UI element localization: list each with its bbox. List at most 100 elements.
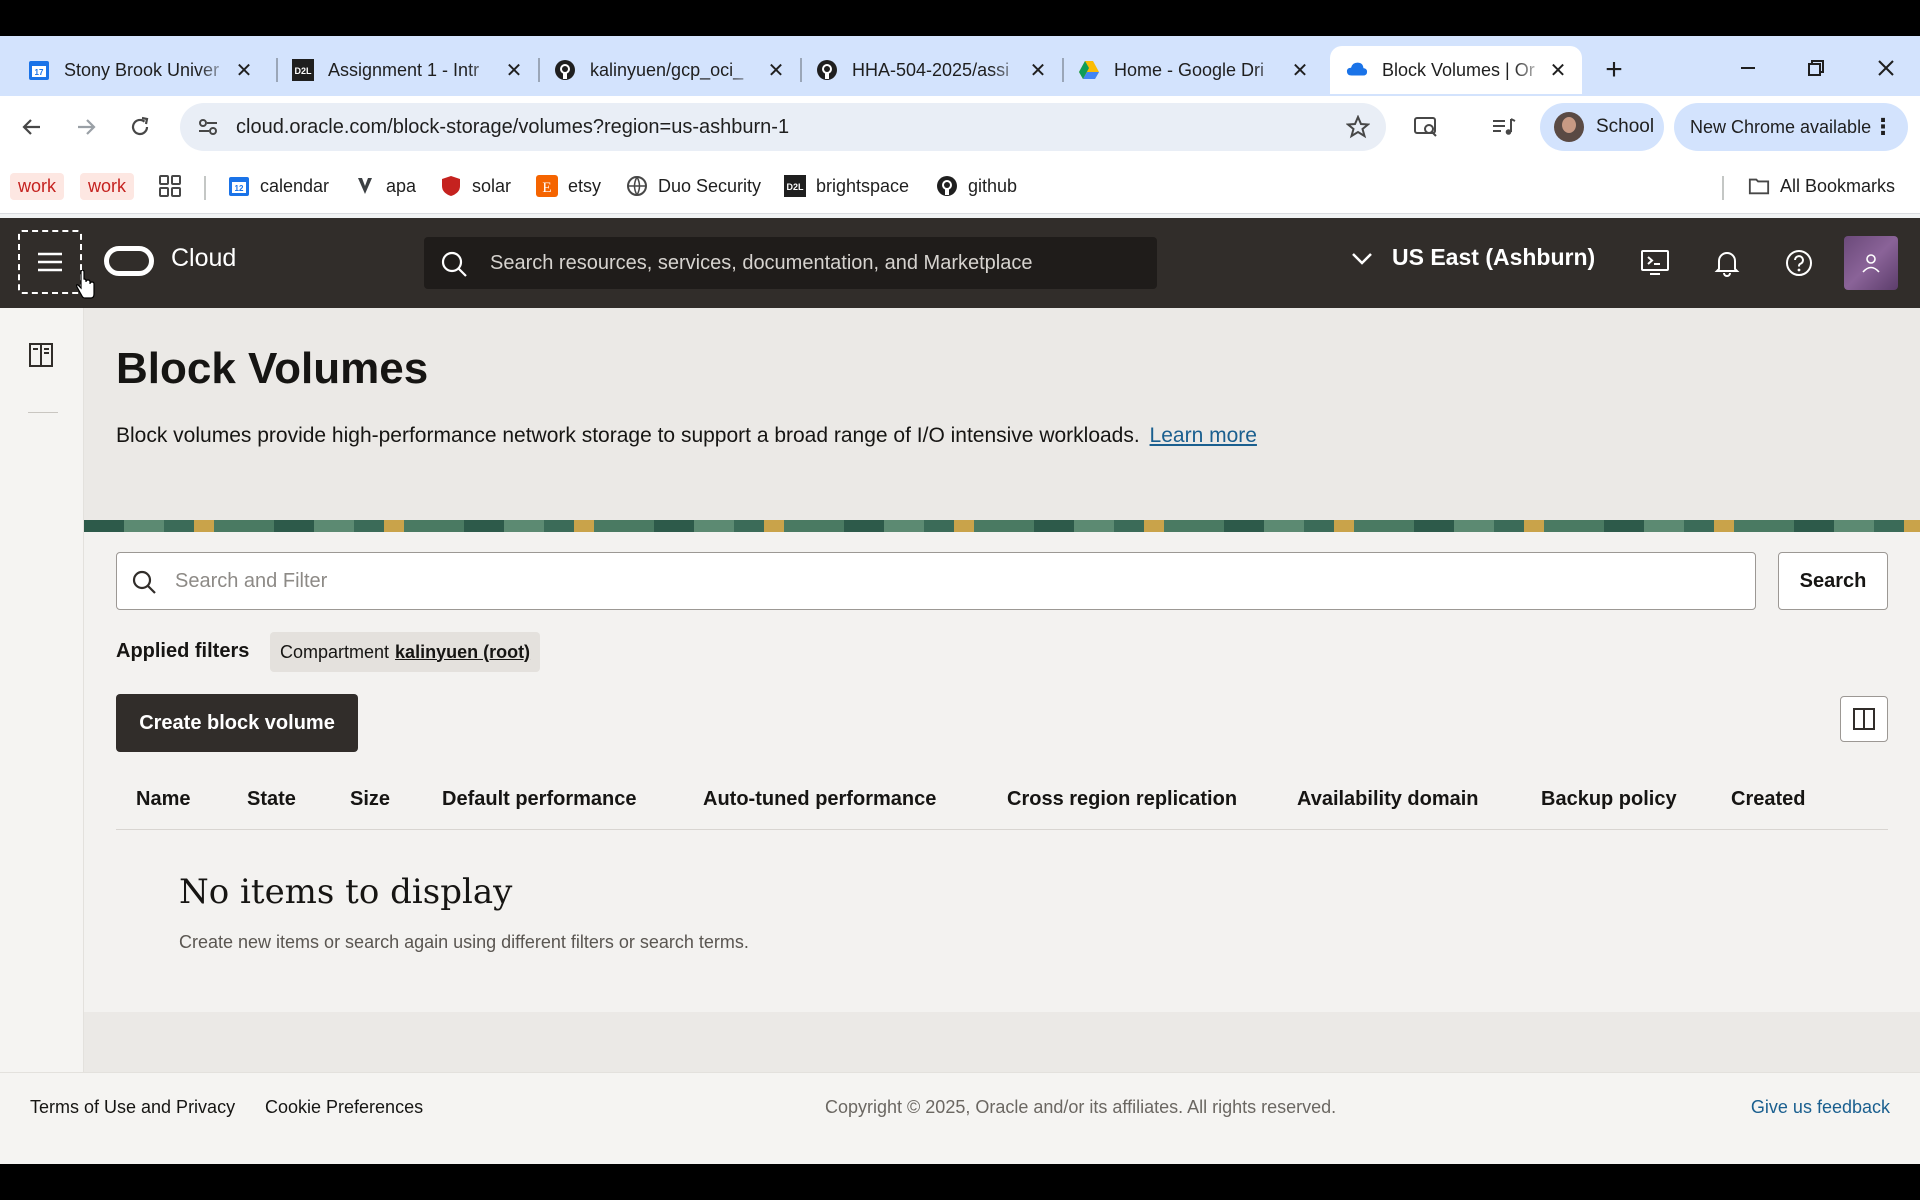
column-name[interactable]: Name	[136, 788, 190, 811]
bookmark-label: work	[10, 172, 65, 200]
user-avatar[interactable]	[1844, 236, 1898, 290]
search-icon	[441, 251, 467, 277]
learn-more-link[interactable]: Learn more	[1150, 424, 1257, 447]
left-rail	[0, 308, 84, 1072]
github-favicon-icon	[816, 59, 838, 81]
tab-github-hha[interactable]: HHA-504-2025/assi ✕	[800, 46, 1062, 94]
bookmark-star-icon[interactable]	[1342, 111, 1374, 143]
navigation-menu-button[interactable]	[18, 230, 82, 294]
column-default-performance[interactable]: Default performance	[442, 788, 637, 811]
create-block-volume-button[interactable]: Create block volume	[116, 694, 358, 752]
column-size[interactable]: Size	[350, 788, 390, 811]
restore-icon	[1808, 60, 1824, 76]
filter-key: Compartment	[280, 641, 390, 662]
tab-stony-brook[interactable]: 17 Stony Brook Univer ✕	[12, 46, 268, 94]
content-area: Block Volumes Block volumes provide high…	[84, 308, 1920, 1072]
column-created[interactable]: Created	[1731, 788, 1805, 811]
oracle-logo-icon[interactable]	[104, 246, 154, 276]
media-controls-icon[interactable]	[1486, 109, 1522, 145]
cookie-preferences-link[interactable]: Cookie Preferences	[265, 1097, 423, 1118]
filter-value-link[interactable]: kalinyuen (root)	[395, 642, 530, 663]
tab-assignment[interactable]: D2L Assignment 1 - Intr ✕	[276, 46, 538, 94]
bookmark-work-2[interactable]: work	[80, 170, 135, 202]
console-search[interactable]: Search resources, services, documentatio…	[424, 237, 1157, 289]
console-header: Cloud Search resources, services, docume…	[0, 218, 1920, 308]
region-label: US East (Ashburn)	[1392, 244, 1596, 270]
tab-title: HHA-504-2025/assi	[852, 59, 1010, 80]
column-cross-region-replication[interactable]: Cross region replication	[1007, 788, 1237, 811]
chrome-update-button[interactable]: New Chrome available ⋮	[1674, 103, 1908, 151]
console-brand[interactable]: Cloud	[171, 244, 236, 273]
all-bookmarks-button[interactable]: All Bookmarks	[1748, 170, 1895, 202]
column-state[interactable]: State	[247, 788, 296, 811]
close-icon[interactable]: ✕	[1026, 58, 1050, 82]
site-info-icon[interactable]	[190, 109, 226, 145]
column-backup-policy[interactable]: Backup policy	[1541, 788, 1677, 811]
chevron-down-icon	[1350, 250, 1374, 266]
oci-console: Cloud Search resources, services, docume…	[0, 218, 1920, 1164]
search-button[interactable]: Search	[1778, 552, 1888, 610]
bookmark-divider	[1722, 176, 1724, 200]
bookmark-brightspace[interactable]: D2L brightspace	[784, 170, 909, 202]
tab-google-drive[interactable]: Home - Google Dri ✕	[1062, 46, 1324, 94]
close-window-icon	[1878, 60, 1894, 76]
apps-grid-icon	[159, 175, 181, 197]
globe-icon	[626, 175, 648, 197]
minimize-icon	[1741, 67, 1755, 69]
lens-search-icon[interactable]	[1408, 109, 1444, 145]
notifications-bell-icon[interactable]	[1708, 244, 1746, 282]
new-tab-button[interactable]: +	[1596, 52, 1632, 88]
reload-button[interactable]	[120, 107, 160, 147]
column-auto-tuned-performance[interactable]: Auto-tuned performance	[703, 788, 936, 811]
bookmark-etsy[interactable]: E etsy	[536, 170, 601, 202]
bookmark-work-1[interactable]: work	[10, 170, 65, 202]
volumes-list-panel: Search and Filter Search Applied filters…	[84, 532, 1920, 1012]
compartment-filter-chip[interactable]: Compartment kalinyuen (root)	[270, 632, 541, 672]
close-icon[interactable]: ✕	[764, 58, 788, 82]
tab-github-kalinyuen[interactable]: kalinyuen/gcp_oci_ ✕	[538, 46, 800, 94]
svg-text:12: 12	[235, 184, 244, 193]
oracle-cloud-favicon-icon	[1346, 59, 1368, 81]
terms-link[interactable]: Terms of Use and Privacy	[30, 1097, 235, 1118]
bookmark-solar[interactable]: solar	[440, 170, 511, 202]
cloud-shell-icon[interactable]	[1636, 244, 1674, 282]
back-button[interactable]	[12, 107, 52, 147]
column-settings-button[interactable]	[1840, 696, 1888, 742]
tab-block-volumes[interactable]: Block Volumes | Or ✕	[1330, 46, 1582, 94]
close-window-button[interactable]	[1858, 48, 1914, 88]
back-arrow-icon	[22, 119, 40, 135]
svg-text:17: 17	[35, 68, 44, 77]
column-availability-domain[interactable]: Availability domain	[1297, 788, 1479, 811]
minimize-button[interactable]	[1720, 48, 1776, 88]
empty-state-description: Create new items or search again using d…	[179, 932, 749, 952]
apps-grid-button[interactable]	[158, 170, 182, 202]
svg-text:D2L: D2L	[786, 182, 804, 192]
reload-icon	[131, 116, 149, 136]
bookmark-label: apa	[386, 175, 417, 196]
bookmark-duo-security[interactable]: Duo Security	[626, 170, 761, 202]
tab-title: Block Volumes | Or	[1382, 59, 1535, 80]
bookmark-calendar[interactable]: 12 calendar	[228, 170, 329, 202]
more-menu-icon[interactable]: ⋮	[1872, 115, 1894, 139]
columns-icon	[1853, 708, 1875, 730]
applied-filters-label: Applied filters	[116, 640, 250, 662]
description-text: Block volumes provide high-performance n…	[116, 424, 1140, 447]
restore-button[interactable]	[1788, 48, 1844, 88]
tab-strip: 17 Stony Brook Univer ✕ D2L Assignment 1…	[0, 36, 1920, 96]
bookmark-apa[interactable]: apa	[354, 170, 416, 202]
feedback-link[interactable]: Give us feedback	[1751, 1097, 1890, 1118]
search-and-filter-input[interactable]: Search and Filter	[116, 552, 1756, 610]
close-icon[interactable]: ✕	[1546, 58, 1570, 82]
bookmark-label: github	[968, 175, 1018, 196]
close-icon[interactable]: ✕	[502, 58, 526, 82]
close-icon[interactable]: ✕	[232, 58, 256, 82]
resource-panel-icon[interactable]	[26, 340, 56, 370]
close-icon[interactable]: ✕	[1288, 58, 1312, 82]
help-icon[interactable]	[1780, 244, 1818, 282]
address-bar[interactable]: cloud.oracle.com/block-storage/volumes?r…	[180, 103, 1386, 151]
forward-button[interactable]	[66, 107, 106, 147]
bookmark-github[interactable]: github	[936, 170, 1017, 202]
bookmark-label: calendar	[260, 175, 330, 196]
profile-button[interactable]: School	[1540, 103, 1664, 151]
region-selector[interactable]: US East (Ashburn)	[1350, 244, 1595, 271]
